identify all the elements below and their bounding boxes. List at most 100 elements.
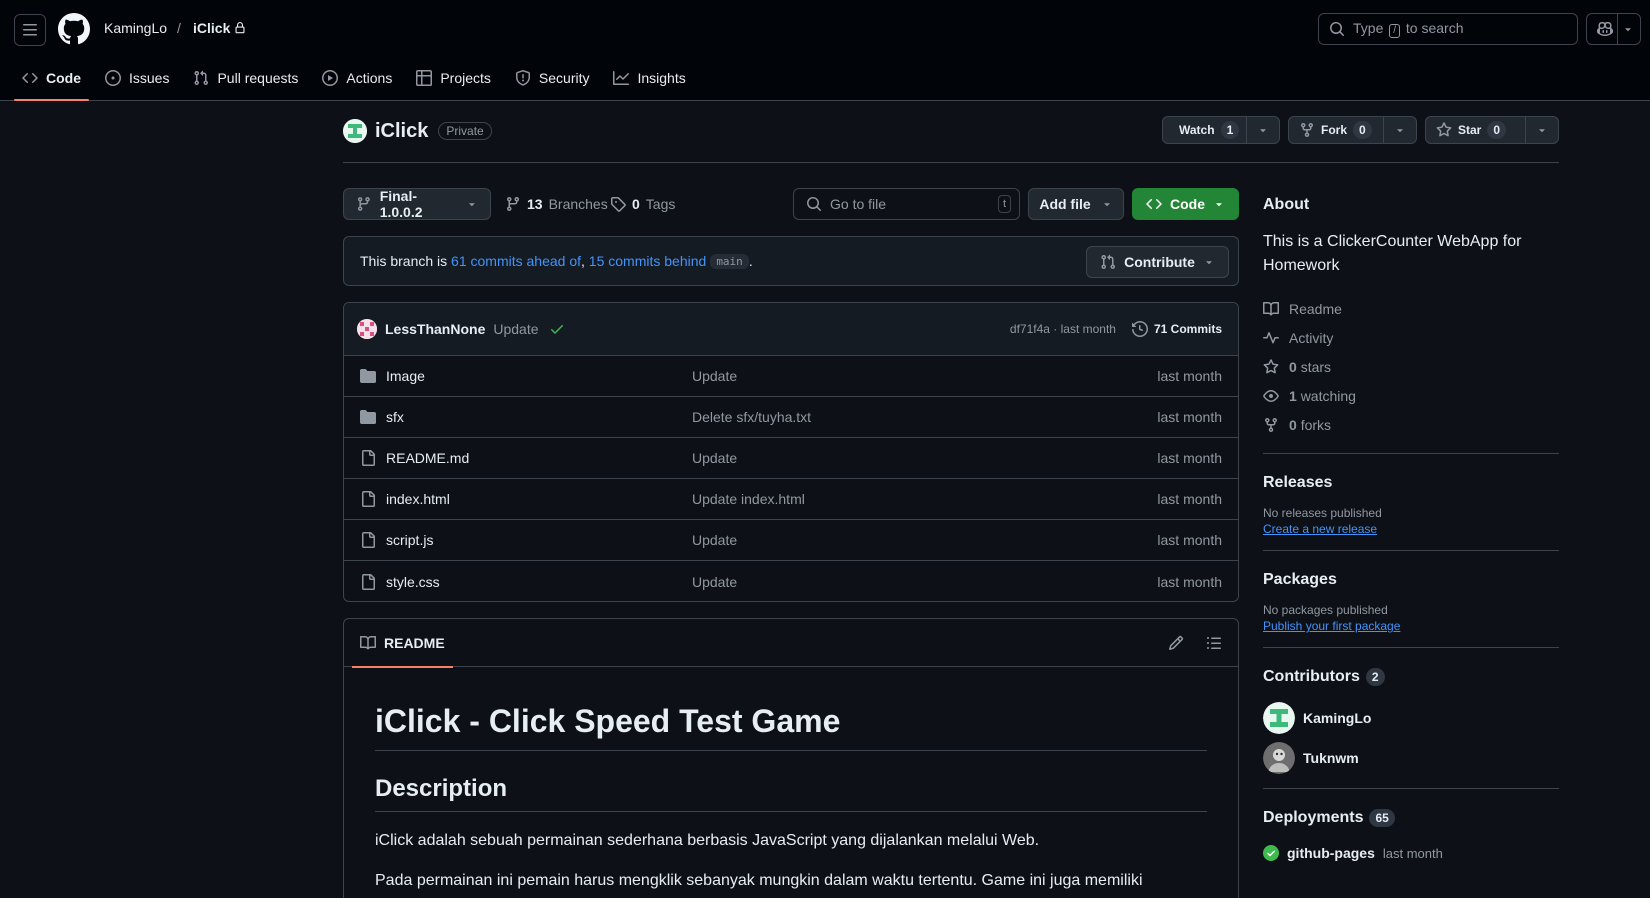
menu-button[interactable]	[14, 14, 46, 46]
add-file-button[interactable]: Add file	[1028, 188, 1124, 220]
go-to-file-input[interactable]: Go to file t	[793, 188, 1020, 220]
file-commit-message[interactable]: Update	[692, 574, 1157, 590]
table-row[interactable]: script.js Update last month	[344, 520, 1238, 561]
chevron-down-icon[interactable]	[1622, 23, 1634, 35]
tags-link[interactable]: 0 Tags	[610, 196, 675, 212]
table-row[interactable]: index.html Update index.html last month	[344, 479, 1238, 520]
folder-icon	[360, 369, 376, 383]
code-button[interactable]: Code	[1132, 188, 1239, 220]
readme-tab[interactable]: README	[352, 619, 453, 668]
chevron-down-icon	[469, 203, 475, 207]
watch-dropdown[interactable]	[1247, 117, 1279, 143]
readme-link[interactable]: Readme	[1263, 294, 1559, 323]
table-row[interactable]: sfx Delete sfx/tuyha.txt last month	[344, 397, 1238, 438]
star-button[interactable]: Star 0	[1426, 117, 1526, 143]
shield-icon	[515, 70, 530, 86]
releases-title[interactable]: Releases	[1263, 474, 1559, 492]
deployments-title[interactable]: Deployments 65	[1263, 809, 1559, 827]
table-row[interactable]: Image Update last month	[344, 356, 1238, 397]
contributor-item[interactable]: Tuknwm	[1263, 742, 1559, 774]
contributors-title[interactable]: Contributors 2	[1263, 668, 1559, 686]
create-release-link[interactable]: Create a new release	[1263, 522, 1377, 536]
watch-button[interactable]: Watch 1	[1163, 117, 1247, 143]
file-name[interactable]: style.css	[386, 574, 440, 590]
commit-author-avatar[interactable]	[357, 319, 377, 339]
code-button-label: Code	[1170, 196, 1205, 212]
star-dropdown[interactable]	[1526, 117, 1558, 143]
readme-paragraph: iClick adalah sebuah permainan sederhana…	[375, 832, 1040, 849]
history-icon	[1131, 321, 1148, 337]
file-name[interactable]: Image	[386, 368, 425, 384]
tab-projects[interactable]: Projects	[408, 60, 499, 96]
tab-actions[interactable]: Actions	[314, 60, 400, 96]
readme-link-label: Readme	[1289, 300, 1342, 317]
repo-actions: Watch 1 Fork 0 Star 0	[1162, 116, 1559, 144]
fork-dropdown[interactable]	[1384, 117, 1416, 143]
file-commit-message[interactable]: Update	[692, 368, 1157, 384]
tab-issues[interactable]: Issues	[97, 60, 177, 96]
file-name[interactable]: README.md	[386, 450, 469, 466]
breadcrumb-repo[interactable]: iClick	[193, 20, 246, 36]
copilot-button[interactable]	[1586, 13, 1641, 45]
contributor-item[interactable]: KamingLo	[1263, 702, 1559, 734]
branch-status-prefix: This branch is	[360, 253, 448, 269]
file-name[interactable]: script.js	[386, 532, 433, 548]
tab-security[interactable]: Security	[507, 60, 598, 96]
repo-name[interactable]: iClick	[375, 120, 428, 143]
file-name[interactable]: sfx	[386, 409, 404, 425]
tab-code[interactable]: Code	[14, 60, 89, 101]
git-branch-icon	[506, 197, 519, 212]
packages-title[interactable]: Packages	[1263, 571, 1559, 589]
sidebar-divider	[1263, 453, 1559, 454]
forks-link[interactable]: 0 forks	[1263, 410, 1559, 439]
branch-selector[interactable]: Final-1.0.0.2	[343, 188, 491, 220]
table-row[interactable]: README.md Update last month	[344, 438, 1238, 479]
commits-ahead-link[interactable]: 61 commits ahead of	[451, 253, 581, 269]
file-commit-message[interactable]: Delete sfx/tuyha.txt	[692, 409, 1157, 425]
activity-link[interactable]: Activity	[1263, 323, 1559, 352]
watching-link[interactable]: 1 watching	[1263, 381, 1559, 410]
file-name-cell: README.md	[360, 450, 692, 466]
tab-pull-requests[interactable]: Pull requests	[185, 60, 306, 96]
tab-code-label: Code	[46, 70, 81, 86]
commits-behind-link[interactable]: 15 commits behind	[589, 253, 707, 269]
file-name-cell: index.html	[360, 491, 692, 507]
file-name[interactable]: index.html	[386, 491, 450, 507]
commits-count-label: 71 Commits	[1153, 322, 1222, 336]
file-commit-message[interactable]: Update index.html	[692, 491, 1157, 507]
file-commit-message[interactable]: Update	[692, 450, 1157, 466]
global-search-input[interactable]: Type / to search	[1318, 13, 1578, 45]
pencil-icon[interactable]	[1168, 635, 1184, 651]
chevron-down-icon	[1103, 203, 1110, 207]
commit-author[interactable]: LessThanNone	[385, 321, 485, 337]
tab-pull-requests-label: Pull requests	[217, 70, 299, 86]
stars-link[interactable]: 0 stars	[1263, 352, 1559, 381]
list-unordered-icon[interactable]	[1206, 635, 1222, 651]
sidebar-divider	[1263, 788, 1559, 789]
forks-count: 0	[1289, 416, 1297, 433]
lock-icon	[235, 22, 245, 34]
code-icon	[1146, 198, 1162, 210]
file-icon	[362, 491, 375, 507]
branches-link[interactable]: 13 Branches	[505, 196, 608, 212]
commits-history-link[interactable]: 71 Commits	[1131, 321, 1222, 337]
github-logo-icon[interactable]	[58, 13, 90, 45]
deployment-name[interactable]: github-pages	[1287, 845, 1375, 861]
breadcrumb-owner[interactable]: KamingLo	[104, 20, 167, 36]
watch-button-group: Watch 1	[1162, 116, 1280, 144]
publish-package-link[interactable]: Publish your first package	[1263, 619, 1400, 633]
fork-button[interactable]: Fork 0	[1289, 117, 1384, 143]
repo-owner-avatar[interactable]	[343, 119, 367, 143]
contribute-button[interactable]: Contribute	[1086, 246, 1229, 278]
branches-label: Branches	[548, 196, 608, 212]
tab-insights[interactable]: Insights	[605, 60, 693, 96]
deployment-time: last month	[1382, 845, 1443, 861]
contributors-title-text: Contributors	[1263, 668, 1360, 685]
tag-icon	[611, 197, 626, 212]
file-commit-message[interactable]: Update	[692, 532, 1157, 548]
check-icon[interactable]	[549, 321, 565, 337]
table-row[interactable]: style.css Update last month	[344, 561, 1238, 601]
readme-panel: README iClick - Click Speed Test Game De…	[343, 618, 1239, 898]
commit-sha-time[interactable]: df71f4a · last month	[1010, 322, 1116, 336]
commit-message[interactable]: Update	[493, 321, 538, 337]
